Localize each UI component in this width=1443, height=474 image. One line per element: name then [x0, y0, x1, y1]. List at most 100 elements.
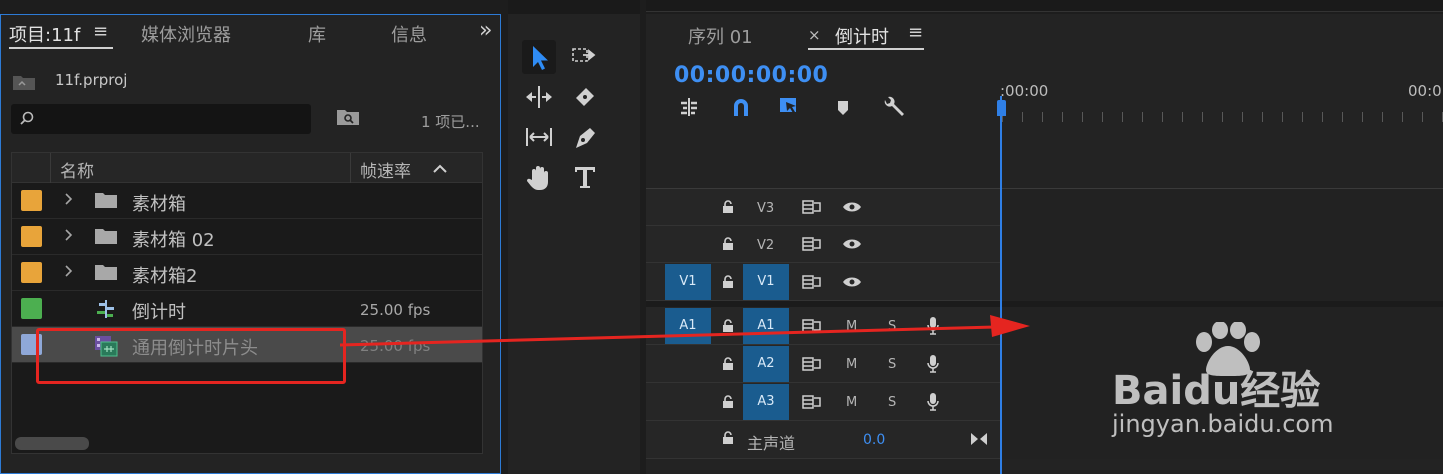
active-tab-underline	[808, 48, 924, 50]
timeline-top-strip	[646, 0, 1443, 12]
ruler-start-label: :00:00	[1000, 82, 1049, 100]
list-item[interactable]: 素材箱 02	[12, 219, 482, 255]
column-name-header[interactable]: 名称	[60, 157, 94, 182]
sync-lock-icon[interactable]	[802, 275, 822, 289]
track-target-a3[interactable]: A3	[743, 384, 789, 420]
lock-icon[interactable]	[722, 357, 734, 371]
item-name: 素材箱2	[132, 266, 198, 287]
nest-insert-icon[interactable]	[678, 96, 700, 118]
panel-overflow-icon[interactable]: »	[479, 18, 492, 43]
project-item-list: 名称 帧速率 素材箱 素材箱 02 素材箱2 倒计时 25.00 fps 通用倒…	[11, 152, 483, 454]
solo-button[interactable]: S	[888, 357, 896, 372]
list-item[interactable]: 素材箱	[12, 183, 482, 219]
sync-lock-icon[interactable]	[802, 237, 822, 251]
slip-tool[interactable]	[522, 120, 556, 154]
new-search-bin-icon[interactable]	[336, 108, 360, 126]
list-item[interactable]: 素材箱2	[12, 255, 482, 291]
playhead-handle[interactable]	[997, 100, 1006, 116]
razor-tool[interactable]	[568, 80, 602, 114]
label-color-swatch[interactable]	[21, 298, 42, 319]
eye-icon[interactable]	[842, 201, 862, 213]
tab-project[interactable]: 项目:11f	[9, 21, 80, 47]
chevron-right-icon[interactable]	[64, 192, 74, 206]
video-track-v2[interactable]: V2	[646, 226, 1002, 263]
master-track[interactable]: 主声道 0.0	[646, 421, 1002, 459]
microphone-icon[interactable]	[926, 392, 940, 412]
snap-magnet-icon[interactable]	[730, 96, 752, 118]
video-track-v3[interactable]: V3	[646, 189, 1002, 226]
tab-sequence-01[interactable]: 序列 01	[688, 23, 753, 49]
sort-ascending-icon[interactable]	[432, 162, 448, 174]
pen-tool[interactable]	[568, 120, 602, 154]
eye-icon[interactable]	[842, 276, 862, 288]
tab-menu-icon[interactable]: ≡	[908, 22, 923, 43]
lock-icon[interactable]	[722, 275, 734, 289]
video-track-v1[interactable]: V1 V1	[646, 263, 1002, 301]
ruler-end-label: 00:0	[1408, 82, 1442, 100]
slip-icon	[522, 120, 556, 154]
master-volume-value[interactable]: 0.0	[863, 432, 885, 448]
tab-info[interactable]: 信息	[391, 21, 427, 47]
lock-icon[interactable]	[722, 237, 734, 251]
list-header: 名称 帧速率	[12, 153, 482, 183]
close-tab-icon[interactable]: ×	[808, 26, 821, 44]
wrench-settings-icon[interactable]	[882, 96, 906, 118]
folder-icon	[94, 191, 118, 209]
track-select-tool[interactable]	[568, 40, 602, 74]
search-icon	[19, 111, 35, 127]
go-to-in-out-icon[interactable]	[970, 432, 988, 446]
lock-icon[interactable]	[722, 431, 734, 445]
track-target-v1[interactable]: V1	[743, 264, 789, 300]
lock-icon[interactable]	[722, 395, 734, 409]
source-patch-v1[interactable]: V1	[665, 264, 711, 300]
playhead-line[interactable]	[1000, 96, 1002, 474]
sync-lock-icon[interactable]	[802, 200, 822, 214]
tab-countdown[interactable]: 倒计时	[835, 23, 889, 49]
label-color-swatch[interactable]	[21, 226, 42, 247]
audio-track-a3[interactable]: A3 M S	[646, 383, 1002, 421]
chevron-right-icon[interactable]	[64, 264, 74, 278]
header-divider	[50, 153, 51, 183]
add-marker-icon[interactable]	[836, 100, 850, 116]
label-color-swatch[interactable]	[21, 190, 42, 211]
type-tool[interactable]	[568, 160, 602, 194]
linked-selection-icon[interactable]	[778, 96, 802, 118]
annotation-arrow	[340, 315, 1030, 347]
selection-tool[interactable]	[522, 40, 556, 74]
razor-blade-icon	[568, 80, 602, 114]
folder-icon	[94, 227, 118, 245]
microphone-icon[interactable]	[926, 354, 940, 374]
search-input[interactable]	[11, 104, 311, 134]
ripple-edit-tool[interactable]	[522, 80, 556, 114]
solo-button[interactable]: S	[888, 395, 896, 410]
tab-library[interactable]: 库	[308, 21, 326, 47]
master-track-label: 主声道	[747, 434, 796, 453]
chevron-right-icon[interactable]	[64, 228, 74, 242]
tab-media-browser[interactable]: 媒体浏览器	[141, 21, 231, 47]
mute-button[interactable]: M	[846, 395, 857, 410]
baidu-watermark: Baidu经验 jingyan.baidu.com	[1112, 322, 1420, 442]
hand-tool[interactable]	[522, 160, 556, 194]
label-color-swatch[interactable]	[21, 262, 42, 283]
time-ruler[interactable]	[1002, 112, 1443, 122]
track-select-forward-icon	[568, 40, 602, 74]
active-tab-underline	[9, 47, 113, 49]
eye-icon[interactable]	[842, 238, 862, 250]
mute-button[interactable]: M	[846, 357, 857, 372]
sync-lock-icon[interactable]	[802, 357, 822, 371]
watermark-brand: Baidu经验	[1112, 368, 1321, 414]
column-framerate-header[interactable]: 帧速率	[360, 157, 411, 182]
text-t-icon	[568, 160, 602, 194]
hand-icon	[522, 160, 556, 194]
horizontal-scrollbar[interactable]	[15, 437, 89, 450]
pen-icon	[568, 120, 602, 154]
sync-lock-icon[interactable]	[802, 395, 822, 409]
sequence-icon	[94, 299, 118, 319]
item-count: 1 项已...	[421, 113, 480, 131]
project-file-name: 11f.prproj	[55, 71, 128, 89]
watermark-url: jingyan.baidu.com	[1112, 410, 1334, 438]
lock-icon[interactable]	[722, 200, 734, 214]
track-label: V2	[757, 238, 775, 253]
project-menu-icon[interactable]: ≡	[93, 21, 108, 42]
timecode-display[interactable]: 00:00:00:00	[674, 63, 828, 88]
